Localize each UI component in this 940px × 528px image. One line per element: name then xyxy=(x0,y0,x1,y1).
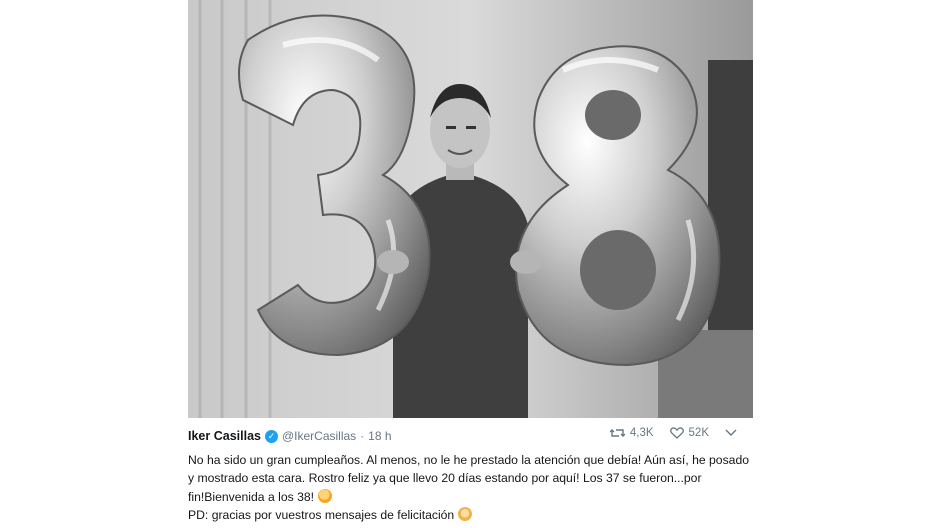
ok-hand-emoji xyxy=(458,507,473,522)
meta-separator: · xyxy=(360,429,365,443)
retweet-button[interactable]: 4,3K xyxy=(609,427,654,439)
tweet-text-ps-body: PD: gracias por vuestros mensajes de fel… xyxy=(188,508,455,523)
like-button[interactable]: 52K xyxy=(669,427,709,439)
tweet-time[interactable]: 18 h xyxy=(368,429,391,443)
photo-illustration xyxy=(188,0,753,418)
tweet-text: No ha sido un gran cumpleaños. Al menos,… xyxy=(188,451,753,525)
retweet-count: 4,3K xyxy=(629,427,654,439)
clapping-hands-emoji xyxy=(318,488,333,503)
tweet-text-ps: PD: gracias por vuestros mensajes de fel… xyxy=(188,506,753,524)
retweet-icon xyxy=(609,429,625,437)
like-count: 52K xyxy=(688,427,709,439)
tweet-card: Iker Casillas ✓ @IkerCasillas · 18 h 4,3… xyxy=(188,0,753,528)
balloon-8 xyxy=(515,45,721,367)
tweet-text-main: No ha sido un gran cumpleaños. Al menos,… xyxy=(188,451,753,506)
tweet-header: Iker Casillas ✓ @IkerCasillas · 18 h 4,3… xyxy=(188,427,753,445)
tweet-actions: 4,3K 52K xyxy=(600,427,737,439)
chevron-down-icon xyxy=(725,429,737,436)
more-options-button[interactable] xyxy=(725,429,737,437)
tweet-photo[interactable] xyxy=(188,0,753,418)
verified-badge-icon: ✓ xyxy=(264,429,278,443)
author-name[interactable]: Iker Casillas xyxy=(188,429,261,443)
heart-icon xyxy=(669,427,684,439)
tweet-text-body: No ha sido un gran cumpleaños. Al menos,… xyxy=(188,453,750,504)
author-handle[interactable]: @IkerCasillas xyxy=(282,429,356,443)
